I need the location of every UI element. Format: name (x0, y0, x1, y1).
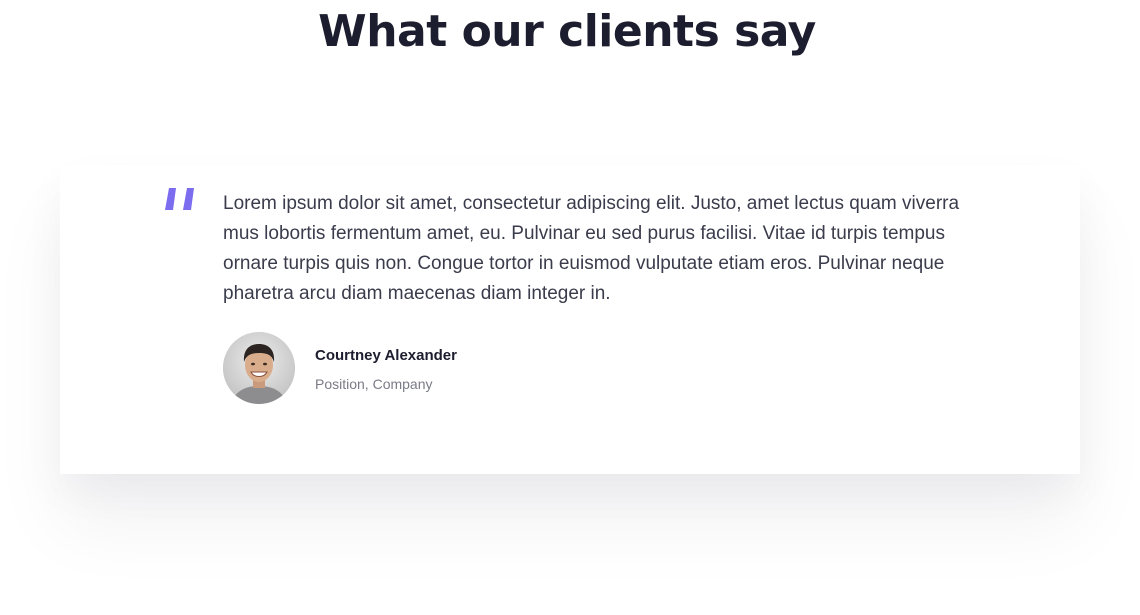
testimonial-card: Lorem ipsum dolor sit amet, consectetur … (60, 165, 1080, 474)
quote-mark-icon (165, 188, 195, 210)
author-role: Position, Company (315, 376, 433, 392)
section-title: What our clients say (318, 6, 816, 57)
avatar (223, 332, 295, 404)
author-name: Courtney Alexander (315, 347, 457, 364)
testimonials-section: What our clients say Lorem ipsum dolor s… (0, 0, 1140, 615)
testimonial-text: Lorem ipsum dolor sit amet, consectetur … (223, 193, 960, 304)
